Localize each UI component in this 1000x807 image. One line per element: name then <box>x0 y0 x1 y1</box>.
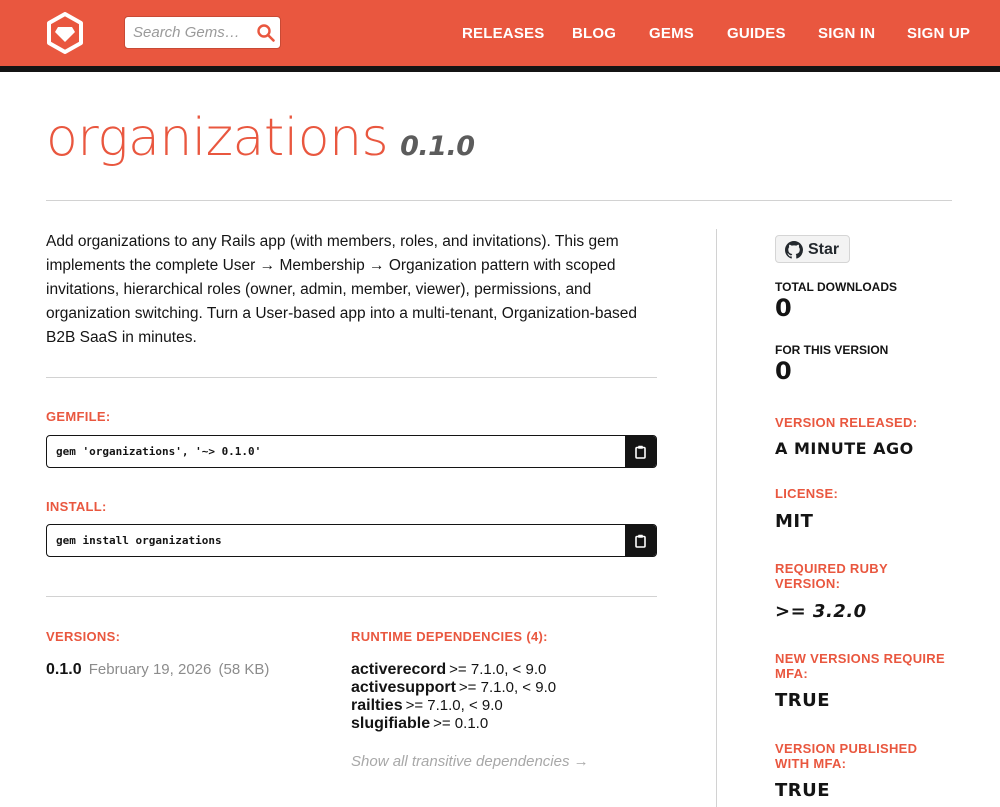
license-label: LICENSE: <box>775 486 839 501</box>
dependency-item: activerecord >= 7.1.0, < 9.0 <box>351 661 556 679</box>
install-code-box: gem install organizations <box>46 524 657 557</box>
nav-guides[interactable]: GUIDES <box>727 25 786 42</box>
gem-description: Add organizations to any Rails app (with… <box>46 233 638 346</box>
dependency-item: slugifiable >= 0.1.0 <box>351 715 556 733</box>
license-value: MIT <box>775 511 814 532</box>
install-label: INSTALL: <box>46 499 107 514</box>
install-code[interactable]: gem install organizations <box>56 534 222 547</box>
versions-label: VERSIONS: <box>46 629 121 644</box>
header-divider <box>0 66 1000 72</box>
version-downloads-label: FOR THIS VERSION <box>775 343 889 357</box>
dependency-item: activesupport >= 7.1.0, < 9.0 <box>351 679 556 697</box>
page-title: organizations 0.1.0 <box>46 108 475 168</box>
rubygems-logo-icon[interactable] <box>46 12 84 54</box>
mfa-required-value: TRUE <box>775 690 831 711</box>
github-star-button[interactable]: Star <box>775 235 850 263</box>
version-size: (58 KB) <box>218 661 270 678</box>
nav-releases[interactable]: RELEASES <box>462 25 544 42</box>
copy-gemfile-button[interactable] <box>625 436 656 467</box>
sidebar-divider <box>716 229 717 807</box>
dependency-list: activerecord >= 7.1.0, < 9.0 activesuppor… <box>351 661 556 733</box>
search-icon[interactable] <box>256 23 276 43</box>
copy-install-button[interactable] <box>625 525 656 556</box>
nav-sign-up[interactable]: SIGN UP <box>907 25 970 42</box>
nav-blog[interactable]: BLOG <box>572 25 616 42</box>
mfa-published-value: TRUE <box>775 780 831 801</box>
search-box <box>124 16 281 49</box>
dependency-link[interactable]: activesupport <box>351 679 456 696</box>
clipboard-icon <box>635 445 646 459</box>
version-link[interactable]: 0.1.0 <box>46 661 82 678</box>
gemfile-label: GEMFILE: <box>46 409 111 424</box>
version-date: February 19, 2026 <box>88 661 212 678</box>
title-divider <box>46 200 952 201</box>
total-downloads-count: 0 <box>775 294 792 322</box>
version-released-value: A MINUTE AGO <box>775 439 914 458</box>
show-transitive-dependencies-link[interactable]: Show all transitive dependencies → <box>351 753 589 770</box>
dependency-requirement: >= 7.1.0, < 9.0 <box>449 661 547 678</box>
runtime-dependencies-label: RUNTIME DEPENDENCIES (4): <box>351 629 548 644</box>
dependency-item: railties >= 7.1.0, < 9.0 <box>351 697 556 715</box>
description-divider <box>46 377 657 378</box>
nav-sign-in[interactable]: SIGN IN <box>818 25 875 42</box>
dependency-requirement: >= 0.1.0 <box>433 715 489 732</box>
clipboard-icon <box>635 534 646 548</box>
required-ruby-label: REQUIRED RUBY VERSION: <box>775 561 888 591</box>
version-released-label: VERSION RELEASED: <box>775 415 918 430</box>
search-input[interactable] <box>125 17 250 48</box>
install-divider <box>46 596 657 597</box>
site-header: RELEASES BLOG GEMS GUIDES SIGN IN SIGN U… <box>0 0 1000 66</box>
dependency-requirement: >= 7.1.0, < 9.0 <box>405 697 503 714</box>
dependency-link[interactable]: activerecord <box>351 661 446 678</box>
dependency-link[interactable]: railties <box>351 697 403 714</box>
version-downloads-count: 0 <box>775 357 792 385</box>
gemfile-code-box: gem 'organizations', '~> 0.1.0' <box>46 435 657 468</box>
mfa-published-label: VERSION PUBLISHED WITH MFA: <box>775 741 918 771</box>
gemfile-code[interactable]: gem 'organizations', '~> 0.1.0' <box>56 445 261 458</box>
github-icon <box>785 241 803 259</box>
dependency-requirement: >= 7.1.0, < 9.0 <box>458 679 557 696</box>
version-list-item: 0.1.0 February 19, 2026 (58 KB) <box>46 661 269 679</box>
mfa-required-label: NEW VERSIONS REQUIRE MFA: <box>775 651 945 681</box>
nav-gems[interactable]: GEMS <box>649 25 694 42</box>
gem-name: organizations <box>46 108 389 168</box>
total-downloads-label: TOTAL DOWNLOADS <box>775 280 897 294</box>
gem-version: 0.1.0 <box>400 131 475 162</box>
dependency-link[interactable]: slugifiable <box>351 715 430 732</box>
required-ruby-value: >= 3.2.0 <box>775 601 867 622</box>
star-label: Star <box>808 241 840 258</box>
